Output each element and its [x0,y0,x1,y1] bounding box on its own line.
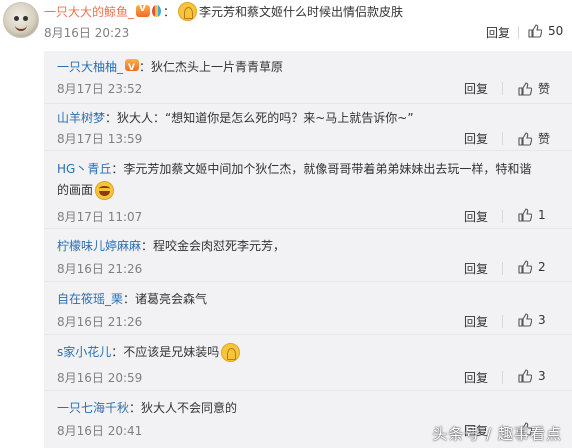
laugh-emoji-icon [95,181,115,200]
divider [502,132,503,145]
reply-button[interactable]: 回复 [464,260,488,277]
divider [502,315,503,328]
pray-emoji-icon [221,343,241,362]
divider [502,210,503,223]
like-button[interactable]: 赞 [518,130,550,147]
reply-time: 8月16日 20:59 [57,371,143,385]
reply-time: 8月17日 11:07 [57,210,143,224]
like-button[interactable]: 赞 [518,80,550,97]
like-button[interactable]: 2 [518,260,546,274]
like-label: 3 [538,313,546,327]
reply-time: 8月17日 23:52 [57,82,143,96]
thumbs-up-icon [518,369,532,383]
reply-panel: 一只大柚柚_：狄仁杰头上一片青青草原 8月17日 23:52 回复 赞 山羊树梦… [44,51,572,448]
main-like-count: 50 [548,24,564,38]
thumbs-up-icon [518,313,532,327]
reply-text: 狄仁杰头上一片青青草原 [151,60,284,74]
reply-item: 柠檬味儿婷麻麻：程咬金会肉怼死李元芳， 8月16日 21:26 回复 2 [44,229,572,282]
reply-button[interactable]: 回复 [464,80,488,97]
main-like-button[interactable]: 50 [528,24,563,38]
like-label: 3 [538,369,546,383]
like-label: 2 [538,260,546,274]
divider [502,82,503,95]
thumbs-up-icon [518,260,532,274]
reply-username[interactable]: s家小花儿 [57,345,111,359]
reply-button[interactable]: 回复 [464,130,488,147]
reply-item: s家小花儿：不应该是兄妹装吗 8月16日 20:59 回复 3 [44,335,572,391]
reply-text: 狄大人不会同意的 [141,401,238,415]
divider [518,26,519,39]
reply-button[interactable]: 回复 [464,369,488,386]
reply-time: 8月16日 20:41 [57,424,143,438]
vip-badge-icon [125,58,140,79]
reply-item: 山羊树梦：狄大人：“想知道你是怎么死的吗？来~马上就告诉你~” 8月17日 13… [44,104,572,151]
reply-username[interactable]: 柠檬味儿婷麻麻 [57,239,141,253]
reply-username[interactable]: 一只七海千秋 [57,401,129,415]
reply-text: 不应该是兄妹装吗 [123,345,220,359]
reply-text: 李元芳加蔡文姬中间加个狄仁杰，就像哥哥带着弟弟妹妹出去玩一样，特和谐的画面 [57,162,532,197]
reply-username[interactable]: 山羊树梦 [57,111,105,125]
like-label: 1 [538,208,546,222]
reply-username[interactable]: HG丶青丘 [57,162,111,176]
main-reply-button[interactable]: 回复 [486,24,510,41]
main-comment-line: 一只大大的鲸鱼_ ： 李元芳和蔡文姬什么时候出情侣款皮肤 [44,1,403,21]
colon-separator: ： [163,4,176,19]
thumbs-up-icon [518,208,532,222]
watermark: 头条号 / 趣事看点 [432,425,562,443]
main-comment-username[interactable]: 一只大大的鲸鱼_ [44,3,134,20]
reply-time: 8月16日 21:26 [57,262,143,276]
reply-button[interactable]: 回复 [464,313,488,330]
reply-item: 自在筱瑶_栗：诸葛亮会森气 8月16日 21:26 回复 3 [44,282,572,335]
main-comment: 一只大大的鲸鱼_ ： 李元芳和蔡文姬什么时候出情侣款皮肤 8月16日 20:23… [0,0,572,46]
main-comment-time: 8月16日 20:23 [44,26,130,40]
like-label: 赞 [538,132,551,146]
like-button[interactable]: 1 [518,208,546,222]
like-label: 赞 [538,82,551,96]
reply-button[interactable]: 回复 [464,208,488,225]
thumbs-up-icon [528,24,542,38]
pray-emoji-icon [178,1,198,21]
divider [502,262,503,275]
vip-badge-icon [136,4,151,17]
reply-item: HG丶青丘：李元芳加蔡文姬中间加个狄仁杰，就像哥哥带着弟弟妹妹出去玩一样，特和谐… [44,151,572,229]
reply-time: 8月17日 13:59 [57,132,143,146]
main-comment-text: 李元芳和蔡文姬什么时候出情侣款皮肤 [199,4,404,19]
like-button[interactable]: 3 [518,313,546,327]
thumbs-up-icon [518,81,532,96]
reply-item: 一只大柚柚_：狄仁杰头上一片青青草原 8月17日 23:52 回复 赞 [44,51,572,104]
avatar[interactable] [3,2,39,38]
reply-text: 诸葛亮会森气 [135,292,208,306]
like-button[interactable]: 3 [518,369,546,383]
reply-username[interactable]: 自在筱瑶_栗 [57,292,123,306]
reply-text: 狄大人：“想知道你是怎么死的吗？来~马上就告诉你~” [117,111,414,125]
reply-username[interactable]: 一只大柚柚_ [57,60,123,74]
reply-text: 程咬金会肉怼死李元芳， [153,239,286,253]
balloon-icon [152,5,162,17]
thumbs-up-icon [518,131,532,146]
reply-time: 8月16日 21:26 [57,315,143,329]
divider [502,371,503,384]
